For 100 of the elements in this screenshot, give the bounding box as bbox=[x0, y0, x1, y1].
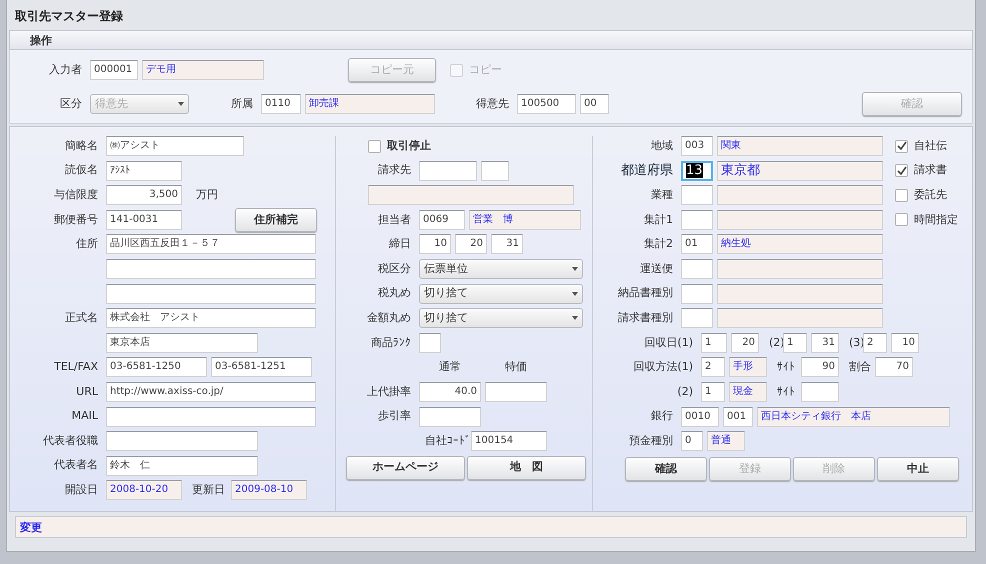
input-field[interactable]: 03-6581-1250 bbox=[106, 357, 207, 378]
display-field: 西日本シティ銀行 本店 bbox=[757, 406, 950, 427]
input-field[interactable] bbox=[106, 284, 316, 304]
input-field[interactable]: 10 bbox=[891, 332, 919, 353]
input-field[interactable]: 品川区西五反田１－５７ bbox=[106, 234, 316, 254]
unit-label: 万円 bbox=[195, 186, 219, 203]
input-field[interactable] bbox=[485, 382, 547, 402]
input-field[interactable] bbox=[419, 406, 481, 427]
cancel-button[interactable]: 中止 bbox=[877, 457, 959, 482]
input-field[interactable]: http://www.axiss-co.jp/ bbox=[106, 382, 316, 402]
input-field[interactable] bbox=[106, 406, 316, 427]
input-field[interactable] bbox=[681, 210, 713, 230]
display-field: デモ用 bbox=[142, 60, 264, 80]
input-field[interactable]: 株式会社 アシスト bbox=[106, 308, 316, 328]
input-field[interactable]: 2 bbox=[701, 357, 725, 378]
input-field[interactable]: 東京本店 bbox=[106, 332, 258, 353]
field-label: ｻｲﾄ bbox=[776, 359, 796, 376]
display-field: 2008-10-20 bbox=[106, 480, 182, 500]
menu-item[interactable]: 操作 bbox=[30, 34, 52, 47]
field-label: 開設日 bbox=[64, 482, 99, 498]
field-label: 金額丸め bbox=[366, 310, 412, 326]
homepage-button[interactable]: ホームページ bbox=[346, 456, 465, 480]
field-label: 住所 bbox=[75, 236, 99, 252]
input-field[interactable]: 3,500 bbox=[106, 185, 182, 206]
checkbox[interactable] bbox=[895, 213, 908, 226]
input-field[interactable]: 0110 bbox=[261, 94, 301, 114]
input-field[interactable]: ｱｼｽﾄ bbox=[106, 160, 182, 181]
input-field[interactable]: 000001 bbox=[90, 60, 138, 80]
input-field[interactable]: 100500 bbox=[517, 94, 576, 114]
address-button[interactable]: 住所補完 bbox=[235, 208, 317, 232]
checkbox[interactable] bbox=[895, 164, 908, 178]
input-field[interactable] bbox=[681, 258, 713, 279]
input-field[interactable]: 40.0 bbox=[419, 382, 481, 402]
input-field[interactable]: ㈱アシスト bbox=[106, 136, 244, 156]
field-label: 上代掛率 bbox=[366, 384, 412, 400]
input-field[interactable]: 90 bbox=[801, 357, 839, 378]
input-field[interactable]: 70 bbox=[875, 357, 913, 378]
input-field[interactable]: 鈴木 仁 bbox=[106, 456, 258, 476]
input-field[interactable] bbox=[681, 185, 713, 206]
input-field[interactable] bbox=[481, 160, 509, 181]
input-field[interactable]: 0069 bbox=[419, 210, 465, 230]
checkbox[interactable] bbox=[895, 188, 908, 202]
input-field[interactable] bbox=[106, 431, 258, 452]
checkbox[interactable] bbox=[895, 140, 908, 152]
input-field[interactable]: 10 bbox=[419, 234, 451, 254]
input-field[interactable]: 31 bbox=[811, 332, 839, 353]
input-field[interactable]: 0010 bbox=[681, 406, 719, 427]
field-label: 回収方法(1) bbox=[632, 359, 694, 376]
input-field[interactable]: 20 bbox=[731, 332, 759, 353]
input-field[interactable]: 31 bbox=[491, 234, 523, 254]
field-label: 税区分 bbox=[377, 260, 412, 277]
dropdown[interactable]: 伝票単位 bbox=[419, 258, 583, 279]
display-field: 手形 bbox=[729, 357, 767, 378]
checkbox-label: 時間指定 bbox=[914, 212, 958, 228]
display-field: 現金 bbox=[729, 382, 767, 402]
field-label: 請求先 bbox=[377, 162, 412, 178]
input-field[interactable]: 2 bbox=[863, 332, 887, 353]
field-label: 入力者 bbox=[48, 62, 83, 78]
input-field[interactable]: 001 bbox=[723, 406, 753, 427]
confirm-button[interactable]: 確認 bbox=[625, 457, 707, 482]
input-field[interactable]: 20 bbox=[455, 234, 487, 254]
caret-icon bbox=[572, 266, 578, 271]
column-caption: 特価 bbox=[504, 359, 528, 376]
input-field[interactable] bbox=[681, 284, 713, 304]
field-label: 納品書種別 bbox=[617, 285, 674, 302]
input-field[interactable]: 1 bbox=[701, 332, 727, 353]
field-label: (2) bbox=[676, 384, 694, 400]
field-label: MAIL bbox=[70, 408, 99, 424]
field-label: ｻｲﾄ bbox=[776, 384, 796, 400]
input-field[interactable] bbox=[801, 382, 839, 402]
dropdown[interactable]: 切り捨て bbox=[419, 284, 583, 304]
column-caption: 通常 bbox=[438, 359, 462, 376]
checkbox[interactable] bbox=[368, 140, 381, 152]
field-label: 更新日 bbox=[191, 482, 226, 498]
input-field[interactable] bbox=[106, 258, 316, 279]
field-label: 与信限度 bbox=[53, 186, 99, 203]
field-label: 回収日(1) bbox=[643, 334, 694, 350]
input-field[interactable]: 1 bbox=[783, 332, 807, 353]
field-label: 担当者 bbox=[377, 212, 412, 228]
input-field[interactable]: 003 bbox=[681, 136, 713, 156]
field-label: 都道府県 bbox=[620, 162, 674, 180]
status-field: 変更 bbox=[15, 516, 967, 538]
dropdown[interactable]: 切り捨て bbox=[419, 308, 583, 328]
input-field[interactable]: 1 bbox=[701, 382, 725, 402]
input-field[interactable]: 141-0031 bbox=[106, 210, 182, 230]
input-field[interactable]: 03-6581-1251 bbox=[211, 357, 312, 378]
input-field[interactable] bbox=[419, 332, 441, 353]
input-field[interactable]: 01 bbox=[681, 234, 713, 254]
input-field[interactable]: 13 bbox=[681, 160, 713, 181]
input-field[interactable]: 00 bbox=[580, 94, 609, 114]
input-field[interactable]: 0 bbox=[681, 431, 703, 452]
input-field[interactable]: 100154 bbox=[471, 431, 547, 452]
checkbox-label: 委託先 bbox=[914, 186, 947, 203]
input-field[interactable] bbox=[681, 308, 713, 328]
map-button[interactable]: 地 図 bbox=[467, 456, 586, 480]
checkbox-label: コピー bbox=[469, 62, 502, 78]
field-label: 自社ｺｰﾄﾞ bbox=[424, 432, 471, 449]
display-field: 営業 博 bbox=[469, 210, 581, 230]
field-label: 代表者役職 bbox=[42, 432, 99, 449]
input-field[interactable] bbox=[419, 160, 477, 181]
